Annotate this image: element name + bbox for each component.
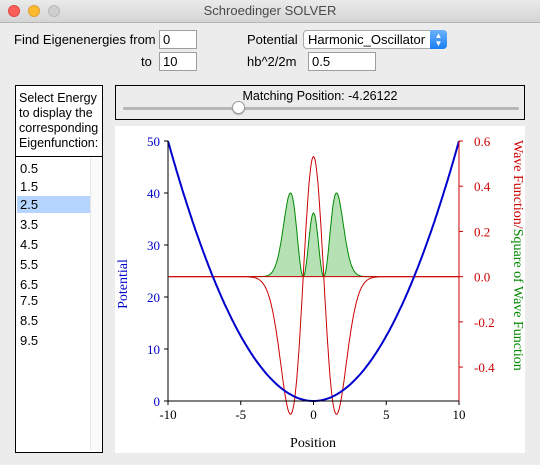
hb-label: hb^2/2m bbox=[247, 54, 297, 69]
energy-list-header-line: Eigenfunction: bbox=[19, 136, 99, 150]
schroedinger-chart: 0 10 20 30 40 50 -0.4 -0.2 0.0 0.2 0.4 0.6 -10 -5 0 5… bbox=[116, 134, 525, 451]
right-tick-label: 0.6 bbox=[474, 134, 491, 149]
x-tick-label: 10 bbox=[453, 407, 466, 422]
right-axis-label-wavefunction: Wave Function/ bbox=[510, 140, 525, 229]
x-axis-ticks: -10 -5 0 5 10 bbox=[159, 401, 466, 422]
left-tick-label: 30 bbox=[147, 238, 160, 253]
energy-list-item[interactable]: 4.5 bbox=[17, 236, 90, 253]
left-tick-label: 40 bbox=[147, 186, 160, 201]
left-axis-label: Potential bbox=[116, 259, 131, 309]
energy-list-scrollbar[interactable] bbox=[90, 158, 101, 450]
right-axis-label-square: Square of Wave Function bbox=[510, 229, 525, 371]
energy-list-header-line: to display the bbox=[19, 106, 93, 120]
left-axis-ticks: 01020304050 bbox=[147, 134, 168, 409]
energy-list-header-line: Select Energy bbox=[19, 91, 97, 105]
x-tick-label: 0 bbox=[310, 407, 317, 422]
matching-position-slider[interactable] bbox=[123, 107, 519, 110]
wavefunction-line bbox=[168, 155, 459, 415]
potential-select-value: Harmonic_Oscillator bbox=[308, 32, 426, 47]
find-eigenenergies-label: Find Eigenenergies from bbox=[14, 32, 156, 47]
energy-list-item[interactable]: 5.5 bbox=[17, 256, 90, 273]
select-arrows-icon: ▲ ▼ bbox=[430, 30, 447, 49]
left-tick-label: 20 bbox=[147, 290, 160, 305]
right-tick-label: -0.4 bbox=[474, 360, 495, 375]
right-tick-label: 0.2 bbox=[474, 224, 490, 239]
x-tick-label: 5 bbox=[383, 407, 390, 422]
to-label: to bbox=[141, 54, 152, 69]
right-tick-label: 0.0 bbox=[474, 270, 490, 285]
energy-list-header: Select Energy to display the correspondi… bbox=[16, 86, 102, 157]
hb-field[interactable]: 0.5 bbox=[308, 52, 376, 71]
right-tick-label: 0.4 bbox=[474, 179, 491, 194]
matching-position-label: Matching Position: -4.26122 bbox=[242, 89, 398, 103]
x-tick-label: -10 bbox=[159, 407, 176, 422]
window-title: Schroedinger SOLVER bbox=[203, 3, 337, 18]
left-tick-label: 10 bbox=[147, 342, 160, 357]
matching-position-panel: Matching Position: -4.26122 bbox=[115, 85, 525, 120]
title-bar: Schroedinger SOLVER bbox=[0, 0, 540, 23]
energy-list-item[interactable]: 1.5 bbox=[17, 178, 90, 195]
energy-list-item-selected[interactable]: 2.5 bbox=[17, 196, 90, 213]
energy-list-item[interactable]: 9.5 bbox=[17, 332, 90, 349]
energy-list-item[interactable]: 7.5 bbox=[17, 292, 90, 309]
energy-list-item[interactable]: 3.5 bbox=[17, 216, 90, 233]
energy-to-field[interactable]: 10 bbox=[159, 52, 197, 71]
x-axis-label: Position bbox=[290, 436, 336, 451]
square-wavefunction-fill bbox=[248, 193, 379, 277]
slider-thumb[interactable] bbox=[231, 101, 245, 114]
right-tick-label: -0.2 bbox=[474, 315, 495, 330]
right-axis-ticks: -0.4 -0.2 0.0 0.2 0.4 0.6 bbox=[459, 134, 495, 375]
energy-list-panel: Select Energy to display the correspondi… bbox=[15, 85, 103, 453]
right-axis-label: Wave Function/Square of Wave Function bbox=[510, 140, 525, 371]
x-tick-label: -5 bbox=[235, 407, 246, 422]
energy-list-item[interactable]: 8.5 bbox=[17, 312, 90, 329]
energy-from-field[interactable]: 0 bbox=[159, 30, 197, 49]
plot-area: 0 10 20 30 40 50 -0.4 -0.2 0.0 0.2 0.4 0.6 -10 -5 0 5… bbox=[115, 126, 525, 453]
left-tick-label: 50 bbox=[147, 134, 160, 149]
potential-select[interactable]: Harmonic_Oscillator ▲ ▼ bbox=[303, 30, 447, 49]
energy-list-item[interactable]: 0.5 bbox=[17, 160, 90, 177]
potential-label: Potential bbox=[247, 32, 298, 47]
energy-list-header-line: corresponding bbox=[19, 121, 99, 135]
energy-list-item[interactable]: 6.5 bbox=[17, 276, 90, 293]
